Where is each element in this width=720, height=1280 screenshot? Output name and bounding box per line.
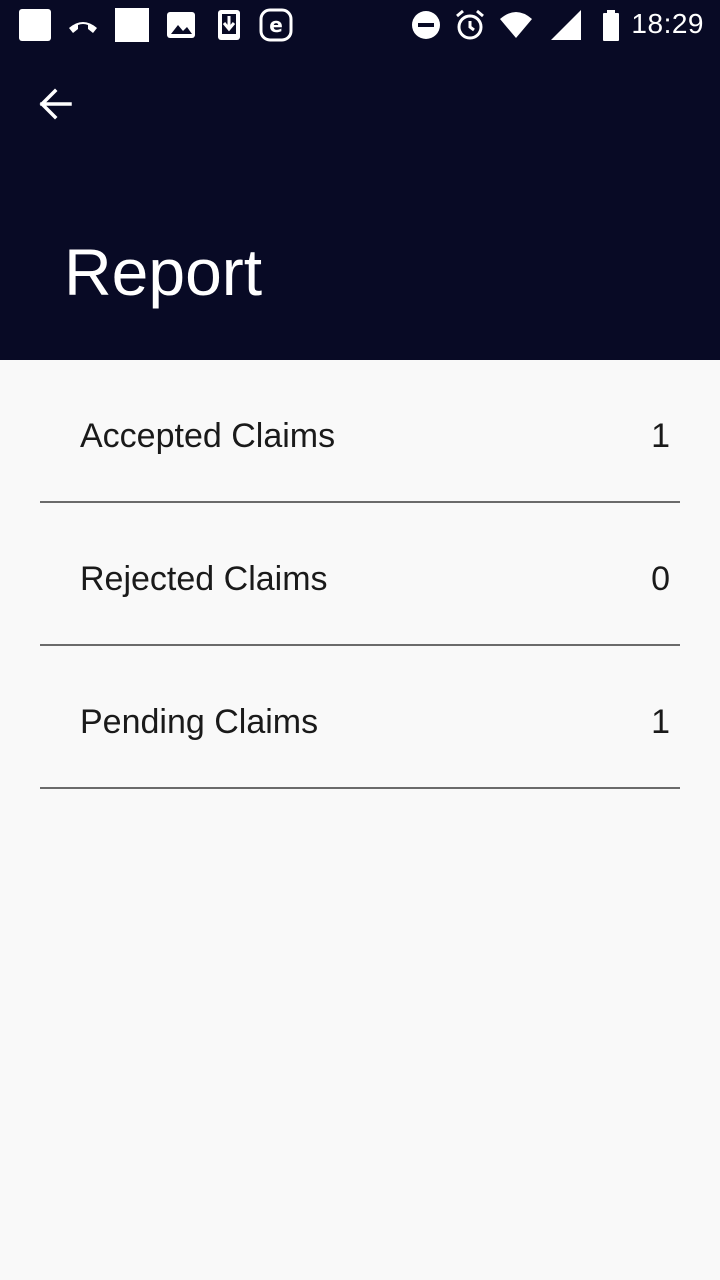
item-label: Accepted Claims — [80, 417, 336, 455]
svg-text:e: e — [269, 13, 283, 37]
e-app-icon: e — [259, 8, 293, 42]
item-label: Rejected Claims — [80, 560, 328, 598]
notification-square-icon — [115, 8, 149, 42]
missed-call-icon — [66, 8, 100, 42]
item-count: 1 — [651, 417, 670, 455]
report-screen: e 18:29 Report Accepted Claims 1 Rejecte… — [0, 0, 720, 1280]
item-label: Pending Claims — [80, 703, 319, 741]
wifi-icon — [499, 8, 533, 42]
arrow-left-icon — [39, 88, 72, 120]
list-item-rejected-claims[interactable]: Rejected Claims 0 — [40, 503, 680, 646]
notification-square-icon — [18, 8, 52, 42]
status-bar: e 18:29 — [0, 0, 720, 48]
image-icon — [164, 8, 198, 42]
back-button[interactable] — [24, 72, 88, 136]
cell-signal-icon — [549, 8, 583, 42]
item-count: 0 — [651, 560, 670, 598]
do-not-disturb-icon — [409, 8, 443, 42]
list-item-accepted-claims[interactable]: Accepted Claims 1 — [40, 360, 680, 503]
alarm-icon — [453, 8, 487, 42]
status-time: 18:29 — [631, 8, 704, 39]
list-item-pending-claims[interactable]: Pending Claims 1 — [40, 646, 680, 789]
app-header: e 18:29 Report — [0, 0, 720, 360]
page-title: Report — [64, 235, 263, 309]
download-icon — [212, 8, 246, 42]
battery-icon — [594, 8, 628, 42]
report-list: Accepted Claims 1 Rejected Claims 0 Pend… — [40, 360, 680, 789]
item-count: 1 — [651, 703, 670, 741]
